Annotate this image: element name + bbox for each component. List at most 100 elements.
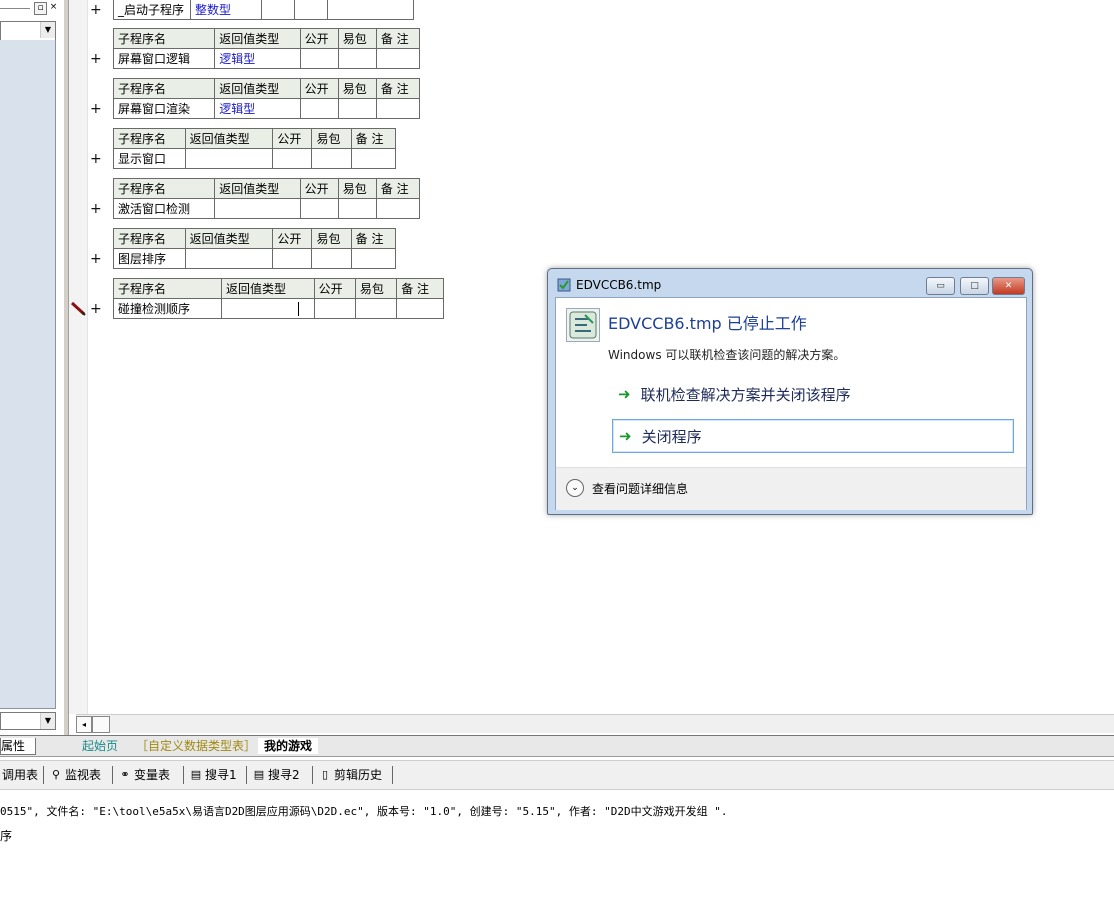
expand-icon[interactable]: + bbox=[90, 202, 102, 216]
expand-icon[interactable]: + bbox=[90, 102, 102, 116]
sub-pkg-cell[interactable] bbox=[337, 48, 377, 69]
sub-public-cell[interactable] bbox=[272, 148, 313, 169]
left-panel-titlebar: ▫ × bbox=[0, 0, 62, 20]
sub-note-cell[interactable] bbox=[375, 48, 421, 69]
header-return: 返回值类型 bbox=[184, 128, 274, 149]
search-list-icon: ▤ bbox=[190, 768, 202, 781]
sub-note-cell[interactable] bbox=[375, 198, 421, 219]
sub-public-cell[interactable] bbox=[299, 198, 339, 219]
expand-icon[interactable]: + bbox=[90, 252, 102, 266]
close-icon[interactable]: × bbox=[48, 2, 59, 13]
sub-pkg-cell[interactable] bbox=[337, 98, 377, 119]
output-line: 序 bbox=[0, 829, 13, 843]
sub-return-cell[interactable] bbox=[214, 198, 301, 219]
header-public: 公开 bbox=[272, 128, 313, 149]
tab-attributes[interactable]: 属性 bbox=[0, 738, 36, 755]
tab-home[interactable]: 起始页 bbox=[76, 738, 124, 754]
sub-name-cell[interactable]: 显示窗口 bbox=[113, 148, 186, 169]
header-name: 子程序名 bbox=[113, 128, 186, 149]
sub-return-cell[interactable]: 逻辑型 bbox=[214, 48, 301, 69]
view-details-link[interactable]: 查看问题详细信息 bbox=[592, 480, 688, 497]
chevron-down-icon[interactable]: ▼ bbox=[40, 713, 55, 729]
close-icon[interactable]: ✕ bbox=[992, 277, 1025, 295]
chevron-down-icon[interactable]: ▼ bbox=[40, 22, 55, 38]
header-pkg: 易包 bbox=[354, 278, 398, 299]
sub-pkg-cell[interactable] bbox=[311, 148, 352, 169]
sub-name-cell[interactable]: 碰撞检测顺序 bbox=[113, 298, 222, 319]
sub-name-cell[interactable]: 屏幕窗口逻辑 bbox=[112, 48, 216, 69]
editor-gutter bbox=[69, 0, 88, 714]
scroll-thumb[interactable] bbox=[92, 716, 110, 733]
sub-public-cell[interactable] bbox=[272, 248, 313, 269]
dialog-subtext: Windows 可以联机检查该问题的解决方案。 bbox=[608, 348, 846, 362]
header-public: 公开 bbox=[313, 278, 356, 299]
sub-return-cell[interactable]: 逻辑型 bbox=[214, 98, 301, 119]
expand-icon[interactable]: + bbox=[90, 302, 102, 316]
horizontal-scrollbar[interactable]: ◂ bbox=[76, 714, 1114, 733]
header-pkg: 易包 bbox=[311, 228, 352, 249]
sub-public-cell[interactable] bbox=[299, 98, 339, 119]
check-online-option[interactable]: ➜ 联机检查解决方案并关闭该程序 bbox=[612, 378, 1012, 410]
calls-button[interactable]: 调用表 bbox=[2, 767, 38, 783]
left-panel-selector[interactable]: ▼ bbox=[0, 21, 56, 41]
sub-pkg-cell[interactable] bbox=[311, 248, 352, 269]
close-program-label: 关闭程序 bbox=[641, 427, 702, 446]
pin-icon[interactable]: ▫ bbox=[34, 2, 47, 15]
tab-custom-types[interactable]: ［自定义数据类型表］ bbox=[130, 738, 262, 754]
app-icon bbox=[557, 278, 571, 292]
sub-note-cell[interactable] bbox=[375, 98, 421, 119]
chevron-down-icon[interactable]: ⌄ bbox=[566, 479, 584, 497]
header-name: 子程序名 bbox=[112, 78, 216, 99]
left-panel-bottom-selector[interactable]: ▼ bbox=[0, 712, 56, 730]
search2-button[interactable]: ▤ 搜寻2 bbox=[253, 767, 300, 783]
minimize-icon[interactable]: ▭ bbox=[926, 277, 955, 295]
expand-icon[interactable]: + bbox=[90, 3, 102, 17]
header-public: 公开 bbox=[299, 28, 339, 49]
expand-icon[interactable]: + bbox=[90, 152, 102, 166]
sub-public-cell[interactable] bbox=[261, 0, 295, 20]
sub-note-cell[interactable] bbox=[350, 148, 397, 169]
sub-name-cell[interactable]: 屏幕窗口渲染 bbox=[112, 98, 216, 119]
vars-button[interactable]: ⚭ 变量表 bbox=[119, 767, 170, 783]
header-return: 返回值类型 bbox=[221, 278, 315, 299]
sub-pkg-cell[interactable] bbox=[337, 198, 377, 219]
toolbar-divider bbox=[246, 766, 247, 784]
sub-note-cell[interactable] bbox=[327, 0, 414, 20]
variables-icon: ⚭ bbox=[120, 768, 130, 781]
error-dialog: EDVCCB6.tmp ▭ □ ✕ EDVCCB6.tmp 已停止工作 Wind… bbox=[547, 268, 1033, 515]
watch-button[interactable]: ⚲ 监视表 bbox=[50, 767, 101, 783]
sub-pkg-cell[interactable] bbox=[354, 298, 398, 319]
sub-name-cell[interactable]: 激活窗口检测 bbox=[112, 198, 216, 219]
sub-return-cell[interactable] bbox=[221, 298, 315, 319]
sub-table: _启动子程序 整数型 bbox=[113, 0, 414, 20]
header-note: 备 注 bbox=[396, 278, 444, 299]
maximize-icon[interactable]: □ bbox=[960, 277, 989, 295]
sub-return-cell[interactable] bbox=[184, 148, 274, 169]
sub-table: 子程序名 返回值类型 公开 易包备 注 屏幕窗口渲染 逻辑型 bbox=[112, 78, 421, 119]
scroll-left-icon[interactable]: ◂ bbox=[76, 716, 92, 733]
close-program-option[interactable]: ➜ 关闭程序 bbox=[612, 419, 1014, 453]
left-panel-list[interactable] bbox=[0, 40, 56, 709]
arrow-right-icon: ➜ bbox=[618, 385, 631, 403]
sub-return-cell[interactable]: 整数型 bbox=[190, 0, 262, 20]
expand-icon[interactable]: + bbox=[90, 52, 102, 66]
tab-my-game[interactable]: 我的游戏 bbox=[258, 738, 319, 754]
sub-name-cell[interactable]: _启动子程序 bbox=[113, 0, 191, 20]
sub-public-cell[interactable] bbox=[299, 48, 339, 69]
toolbar-divider bbox=[43, 766, 44, 784]
sub-note-cell[interactable] bbox=[396, 298, 444, 319]
search-list-icon: ▤ bbox=[253, 768, 265, 781]
header-name: 子程序名 bbox=[112, 178, 216, 199]
sub-public-cell[interactable] bbox=[313, 298, 356, 319]
search1-button[interactable]: ▤ 搜寻1 bbox=[190, 767, 237, 783]
header-note: 备 注 bbox=[375, 28, 421, 49]
clip-history-button[interactable]: ▯ 剪辑历史 bbox=[319, 767, 382, 783]
search2-label: 搜寻2 bbox=[268, 768, 300, 782]
header-return: 返回值类型 bbox=[214, 28, 301, 49]
sub-return-cell[interactable] bbox=[184, 248, 274, 269]
sub-name-cell[interactable]: 图层排序 bbox=[113, 248, 186, 269]
sub-note-cell[interactable] bbox=[350, 248, 397, 269]
sub-pkg-cell[interactable] bbox=[294, 0, 328, 20]
header-note: 备 注 bbox=[350, 128, 397, 149]
arrow-right-icon: ➜ bbox=[619, 427, 632, 445]
